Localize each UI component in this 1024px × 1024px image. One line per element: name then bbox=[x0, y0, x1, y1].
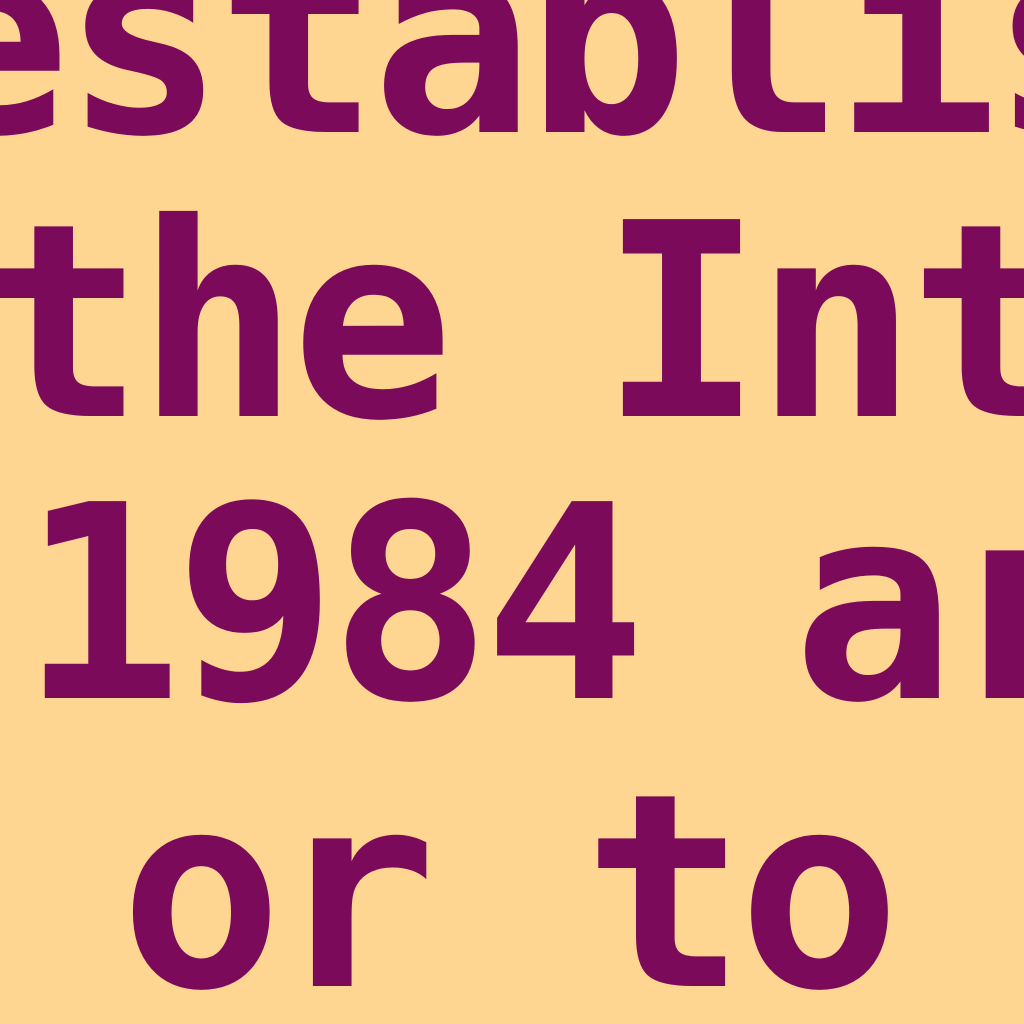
text-line-4: or to a bbox=[120, 735, 901, 1024]
zoomed-text-canvas: establish the Inter 1984 ar or to a bbox=[0, 0, 1024, 1024]
text-line-1: establish bbox=[0, 0, 1024, 196]
text-line-3: 1984 ar bbox=[20, 447, 1024, 762]
text-line-2: the Inter bbox=[0, 165, 1024, 480]
